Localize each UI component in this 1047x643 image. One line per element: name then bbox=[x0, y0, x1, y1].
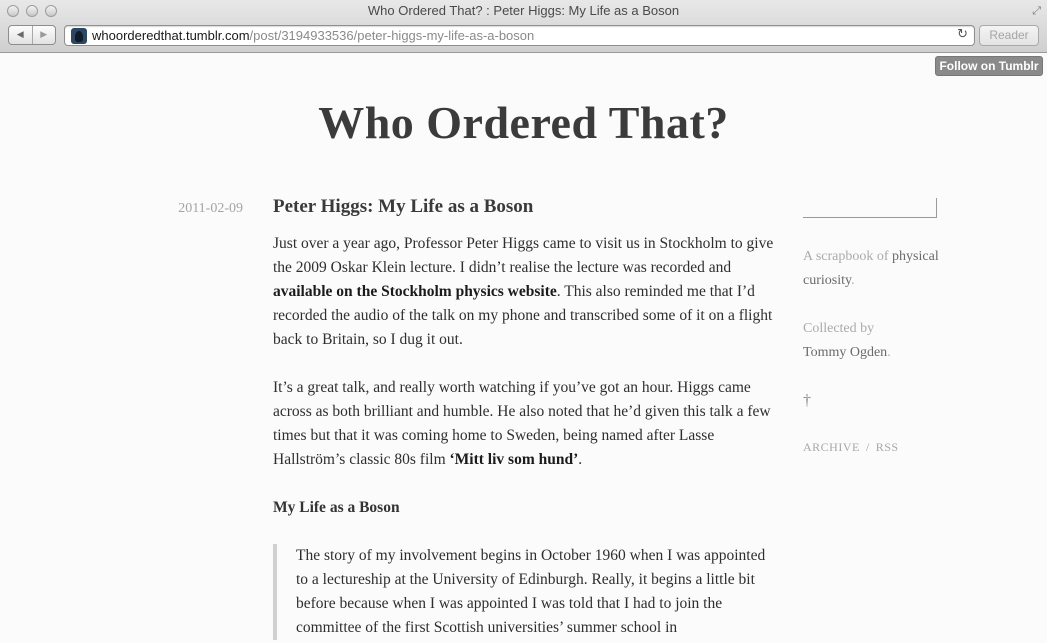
site-favicon-icon bbox=[71, 28, 87, 44]
rss-link[interactable]: RSS bbox=[876, 440, 899, 454]
back-button[interactable]: ◀ bbox=[9, 26, 33, 44]
reload-icon[interactable]: ↻ bbox=[957, 27, 968, 42]
url-text[interactable]: whoorderedthat.tumblr.com/post/319493353… bbox=[92, 28, 534, 43]
collected-by-label: Collected by bbox=[803, 321, 875, 336]
author-link[interactable]: Tommy Ogden bbox=[803, 345, 887, 360]
history-nav: ◀ ▶ bbox=[8, 25, 56, 45]
link-separator: / bbox=[865, 440, 870, 454]
mitt-liv-som-hund-link[interactable]: ‘Mitt liv som hund’ bbox=[450, 451, 579, 468]
follow-on-tumblr-button[interactable]: Follow on Tumblr bbox=[935, 56, 1043, 76]
fullscreen-icon[interactable]: ⤢ bbox=[1032, 4, 1041, 18]
sidebar-divider bbox=[803, 198, 937, 218]
url-domain: whoorderedthat.tumblr.com bbox=[92, 28, 250, 43]
address-bar[interactable]: whoorderedthat.tumblr.com/post/319493353… bbox=[64, 25, 975, 46]
site-title[interactable]: Who Ordered That? bbox=[0, 96, 1047, 149]
blog-author: Collected by Tommy Ogden. bbox=[803, 317, 963, 365]
url-path: /post/3194933536/peter-higgs-my-life-as-… bbox=[249, 28, 535, 43]
forward-button[interactable]: ▶ bbox=[33, 26, 56, 44]
reader-button[interactable]: Reader bbox=[979, 25, 1039, 46]
post-paragraph-1: Just over a year ago, Professor Peter Hi… bbox=[273, 235, 774, 348]
post-subheading: My Life as a Boson bbox=[273, 499, 400, 516]
post-paragraph-2: It’s a great talk, and really worth watc… bbox=[273, 379, 771, 468]
archive-link[interactable]: ARCHIVE bbox=[803, 440, 860, 454]
sidebar-links: ARCHIVE / RSS bbox=[803, 435, 963, 459]
post-title: Peter Higgs: My Life as a Boson bbox=[273, 196, 534, 217]
stockholm-physics-link[interactable]: available on the Stockholm physics websi… bbox=[273, 283, 557, 300]
sidebar: A scrapbook of physical curiosity. Colle… bbox=[803, 245, 963, 459]
post-date[interactable]: 2011-02-09 bbox=[150, 201, 243, 217]
browser-toolbar: Who Ordered That? : Peter Higgs: My Life… bbox=[0, 0, 1047, 53]
dagger-icon: † bbox=[803, 392, 811, 409]
blog-description: A scrapbook of physical curiosity. bbox=[803, 249, 939, 288]
post-body: Just over a year ago, Professor Peter Hi… bbox=[273, 232, 778, 640]
window-title: Who Ordered That? : Peter Higgs: My Life… bbox=[367, 3, 680, 18]
post-quote: The story of my involvement begins in Oc… bbox=[273, 544, 778, 640]
